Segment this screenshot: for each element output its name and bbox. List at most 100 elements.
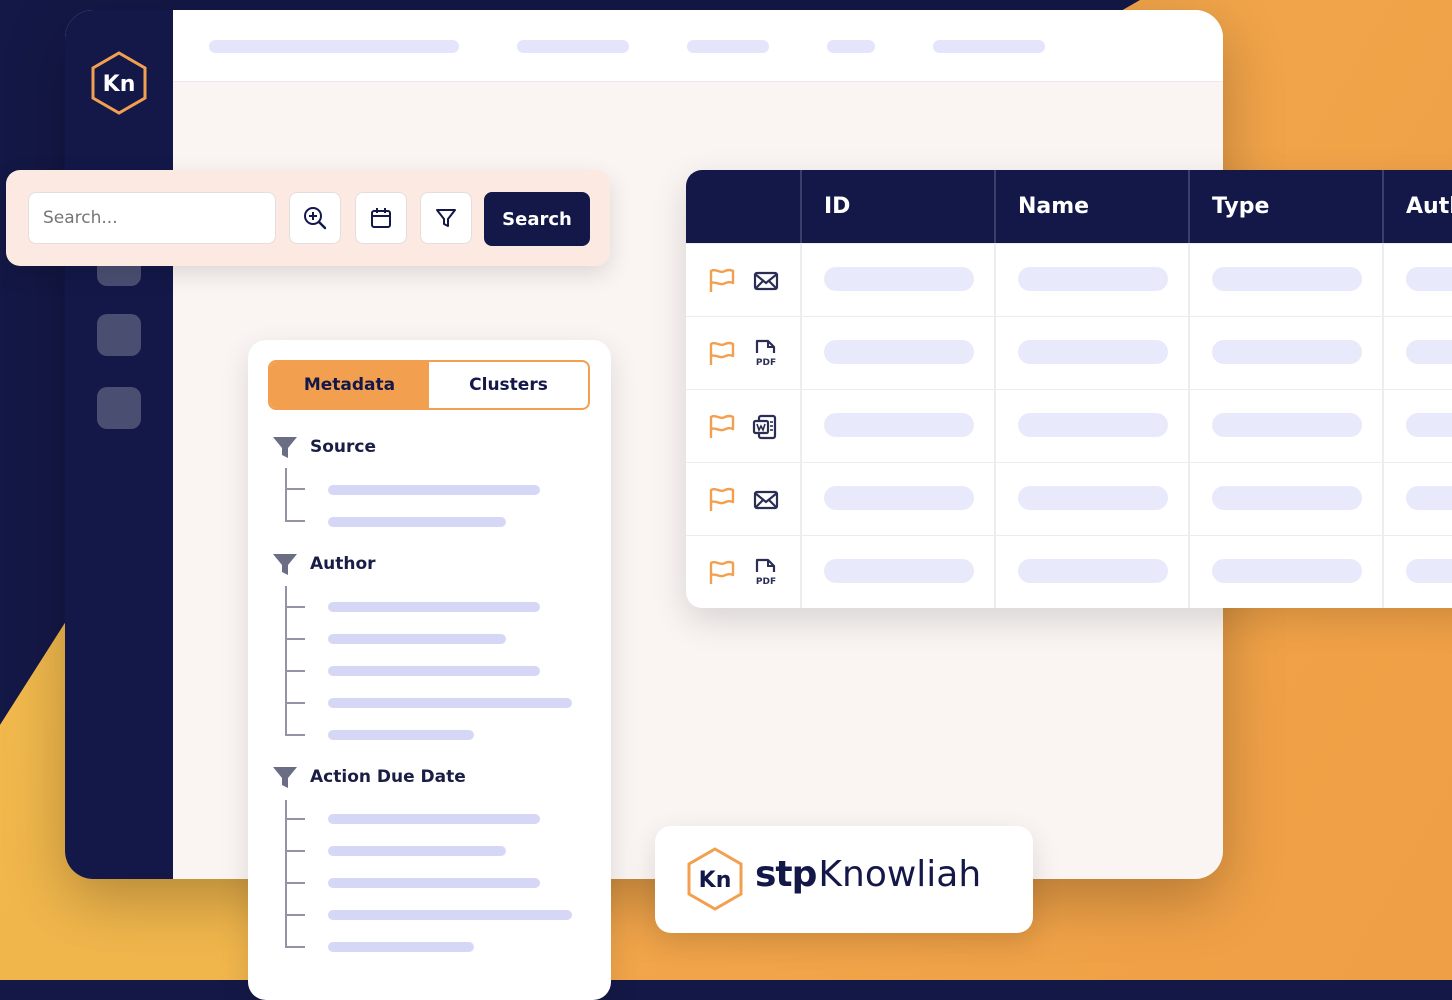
sidebar-item-3[interactable] xyxy=(97,387,141,429)
svg-text:PDF: PDF xyxy=(756,577,776,586)
filter-option[interactable] xyxy=(328,730,474,740)
logo-monogram: Kn xyxy=(103,72,136,97)
search-button[interactable]: Search xyxy=(484,192,590,246)
filter-option[interactable] xyxy=(328,517,506,527)
tree-branch xyxy=(285,882,305,884)
cell-placeholder[interactable] xyxy=(1018,486,1168,510)
brand-prefix: stp xyxy=(755,854,817,895)
filter-option[interactable] xyxy=(328,602,540,612)
filter-group-label: Action Due Date xyxy=(310,767,466,787)
filter-group-author[interactable]: Author xyxy=(272,551,376,577)
row-icons xyxy=(686,463,802,536)
filter-option[interactable] xyxy=(328,698,572,708)
table-row[interactable]: PDF xyxy=(686,316,1452,390)
brand-wordmark: stpKnowliah xyxy=(755,854,981,895)
cell-placeholder[interactable] xyxy=(1018,559,1168,583)
filter-group-action-due-date[interactable]: Action Due Date xyxy=(272,764,466,790)
filter-button[interactable] xyxy=(420,192,472,244)
tab-clusters[interactable]: Clusters xyxy=(429,362,588,408)
email-icon xyxy=(753,490,779,510)
table-row[interactable]: PDF xyxy=(686,535,1452,608)
tree-branch xyxy=(285,670,305,672)
filter-option[interactable] xyxy=(328,634,506,644)
tree-branch xyxy=(285,638,305,640)
top-navigation xyxy=(173,10,1223,82)
cell-placeholder[interactable] xyxy=(1406,413,1452,437)
app-logo: Kn xyxy=(91,51,147,115)
tree-branch xyxy=(285,520,305,522)
filter-option[interactable] xyxy=(328,910,572,920)
filter-option[interactable] xyxy=(328,942,474,952)
sidebar-item-2[interactable] xyxy=(97,314,141,356)
row-icons: PDF xyxy=(686,317,802,390)
filter-option[interactable] xyxy=(328,666,540,676)
cell-placeholder[interactable] xyxy=(1018,340,1168,364)
row-icons xyxy=(686,390,802,463)
table-row[interactable] xyxy=(686,462,1452,536)
calendar-icon xyxy=(371,208,391,228)
cell-placeholder[interactable] xyxy=(1406,559,1452,583)
tree-branch xyxy=(285,946,305,948)
tree-line xyxy=(285,800,287,948)
cell-placeholder[interactable] xyxy=(1018,413,1168,437)
tree-line xyxy=(285,468,287,522)
nav-placeholder[interactable] xyxy=(517,40,629,53)
cell-placeholder[interactable] xyxy=(824,267,974,291)
svg-text:PDF: PDF xyxy=(756,358,776,367)
cell-placeholder[interactable] xyxy=(824,413,974,437)
brand-logo: Kn xyxy=(687,847,743,911)
email-icon xyxy=(753,271,779,291)
tree-branch xyxy=(285,606,305,608)
date-button[interactable] xyxy=(355,192,407,244)
tree-branch xyxy=(285,734,305,736)
filter-option[interactable] xyxy=(328,878,540,888)
filter-group-label: Source xyxy=(310,437,377,457)
tree-line xyxy=(285,586,287,736)
cell-placeholder[interactable] xyxy=(1212,340,1362,364)
row-icons: PDF xyxy=(686,536,802,608)
cell-placeholder[interactable] xyxy=(1406,267,1452,291)
filter-icon xyxy=(436,209,456,227)
cell-placeholder[interactable] xyxy=(1018,267,1168,291)
brand-name: Knowliah xyxy=(818,854,982,895)
cell-placeholder[interactable] xyxy=(1212,559,1362,583)
search-input[interactable] xyxy=(28,192,276,244)
tree-branch xyxy=(285,818,305,820)
zoom-search-button[interactable] xyxy=(289,192,341,244)
column-header-author[interactable]: Auth xyxy=(1382,170,1452,243)
filter-panel: Metadata Clusters Source Author Action D… xyxy=(248,340,611,1000)
flag-icon[interactable] xyxy=(708,268,736,294)
row-icons xyxy=(686,244,802,317)
filter-option[interactable] xyxy=(328,846,506,856)
cell-placeholder[interactable] xyxy=(1212,486,1362,510)
flag-icon[interactable] xyxy=(708,414,736,440)
filter-option[interactable] xyxy=(328,485,540,495)
nav-placeholder[interactable] xyxy=(209,40,459,53)
nav-placeholder[interactable] xyxy=(827,40,875,53)
cell-placeholder[interactable] xyxy=(824,340,974,364)
nav-placeholder[interactable] xyxy=(687,40,769,53)
cell-placeholder[interactable] xyxy=(1406,340,1452,364)
table-row[interactable] xyxy=(686,243,1452,317)
cell-placeholder[interactable] xyxy=(1406,486,1452,510)
table-row[interactable] xyxy=(686,389,1452,463)
filter-group-source[interactable]: Source xyxy=(272,434,376,460)
flag-icon[interactable] xyxy=(708,560,736,586)
nav-placeholder[interactable] xyxy=(933,40,1045,53)
results-table: ID Name Type Auth xyxy=(686,170,1452,608)
cell-placeholder[interactable] xyxy=(824,559,974,583)
cell-placeholder[interactable] xyxy=(1212,413,1362,437)
search-toolbar: Search xyxy=(6,170,610,266)
column-header-id[interactable]: ID xyxy=(800,170,994,243)
cell-placeholder[interactable] xyxy=(1212,267,1362,291)
column-header-type[interactable]: Type xyxy=(1188,170,1382,243)
tab-metadata[interactable]: Metadata xyxy=(270,362,429,408)
filter-option[interactable] xyxy=(328,814,540,824)
flag-icon[interactable] xyxy=(708,487,736,513)
column-header-name[interactable]: Name xyxy=(994,170,1188,243)
filter-tabs: Metadata Clusters xyxy=(268,360,590,410)
funnel-icon xyxy=(273,554,297,575)
flag-icon[interactable] xyxy=(708,341,736,367)
word-icon xyxy=(752,414,777,440)
cell-placeholder[interactable] xyxy=(824,486,974,510)
